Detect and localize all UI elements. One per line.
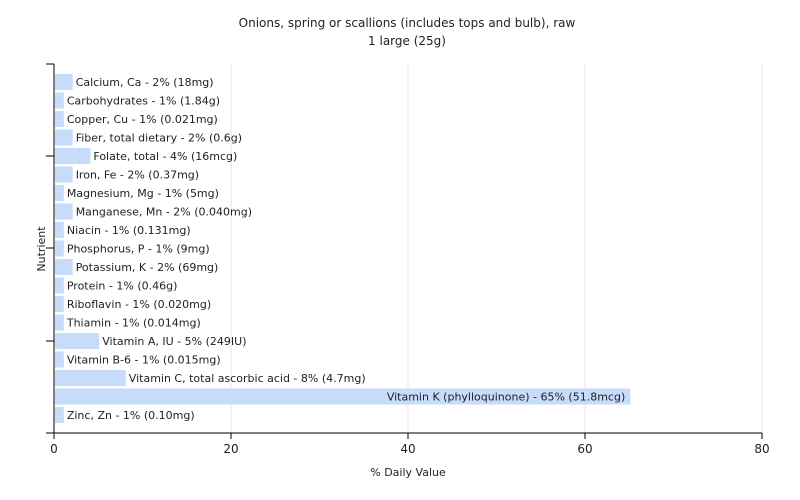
- bar-label: Iron, Fe - 2% (0.37mg): [76, 169, 199, 182]
- bar: [55, 407, 64, 423]
- bar-label: Riboflavin - 1% (0.020mg): [67, 298, 211, 311]
- bar-label: Magnesium, Mg - 1% (5mg): [67, 187, 219, 200]
- bar: [55, 166, 73, 183]
- x-tick-label: 0: [50, 442, 58, 456]
- bar: [55, 129, 73, 146]
- chart-root: Onions, spring or scallions (includes to…: [0, 0, 800, 500]
- bar: [55, 74, 73, 90]
- bar: [55, 314, 64, 331]
- bar: [55, 148, 91, 164]
- x-axis-label: % Daily Value: [370, 466, 446, 479]
- bar: [55, 92, 64, 109]
- chart-subtitle: 1 large (25g): [368, 34, 446, 48]
- bar: [55, 370, 126, 386]
- nutrient-bar-chart: Onions, spring or scallions (includes to…: [35, 16, 770, 479]
- bar: [55, 333, 100, 349]
- bar-label: Vitamin A, IU - 5% (249IU): [102, 335, 246, 348]
- bar: [55, 277, 64, 294]
- x-tick-label: 60: [577, 442, 592, 456]
- bar-label: Protein - 1% (0.46g): [67, 280, 178, 293]
- x-tick-label: 40: [400, 442, 415, 456]
- bar: [55, 259, 73, 275]
- bar: [55, 185, 64, 201]
- y-axis-label: Nutrient: [35, 226, 48, 272]
- bar-label: Manganese, Mn - 2% (0.040mg): [76, 206, 252, 219]
- bar: [55, 222, 64, 238]
- bar-label: Zinc, Zn - 1% (0.10mg): [67, 409, 195, 422]
- x-tick-labels: 0 20 40 60 80: [50, 442, 769, 456]
- bar-label: Phosphorus, P - 1% (9mg): [67, 243, 210, 256]
- bar: [55, 240, 64, 257]
- x-tick-label: 80: [754, 442, 769, 456]
- chart-title: Onions, spring or scallions (includes to…: [239, 16, 576, 30]
- bar-label: Folate, total - 4% (16mcg): [93, 150, 237, 163]
- bar-label: Thiamin - 1% (0.014mg): [66, 317, 201, 330]
- bar-label: Carbohydrates - 1% (1.84g): [67, 95, 220, 108]
- bar-label: Copper, Cu - 1% (0.021mg): [67, 113, 218, 126]
- bar-label: Vitamin B-6 - 1% (0.015mg): [67, 354, 221, 367]
- bar: [55, 351, 64, 368]
- bar: [55, 203, 73, 220]
- bar-label: Fiber, total dietary - 2% (0.6g): [76, 132, 242, 145]
- bar: [55, 296, 64, 312]
- bar-label: Niacin - 1% (0.131mg): [67, 224, 191, 237]
- bar-label: Potassium, K - 2% (69mg): [76, 261, 219, 274]
- x-tick-label: 20: [223, 442, 238, 456]
- bar-label: Vitamin K (phylloquinone) - 65% (51.8mcg…: [387, 391, 625, 404]
- bar: [55, 111, 64, 127]
- bar-label: Calcium, Ca - 2% (18mg): [76, 76, 214, 89]
- bar-label: Vitamin C, total ascorbic acid - 8% (4.7…: [129, 372, 366, 385]
